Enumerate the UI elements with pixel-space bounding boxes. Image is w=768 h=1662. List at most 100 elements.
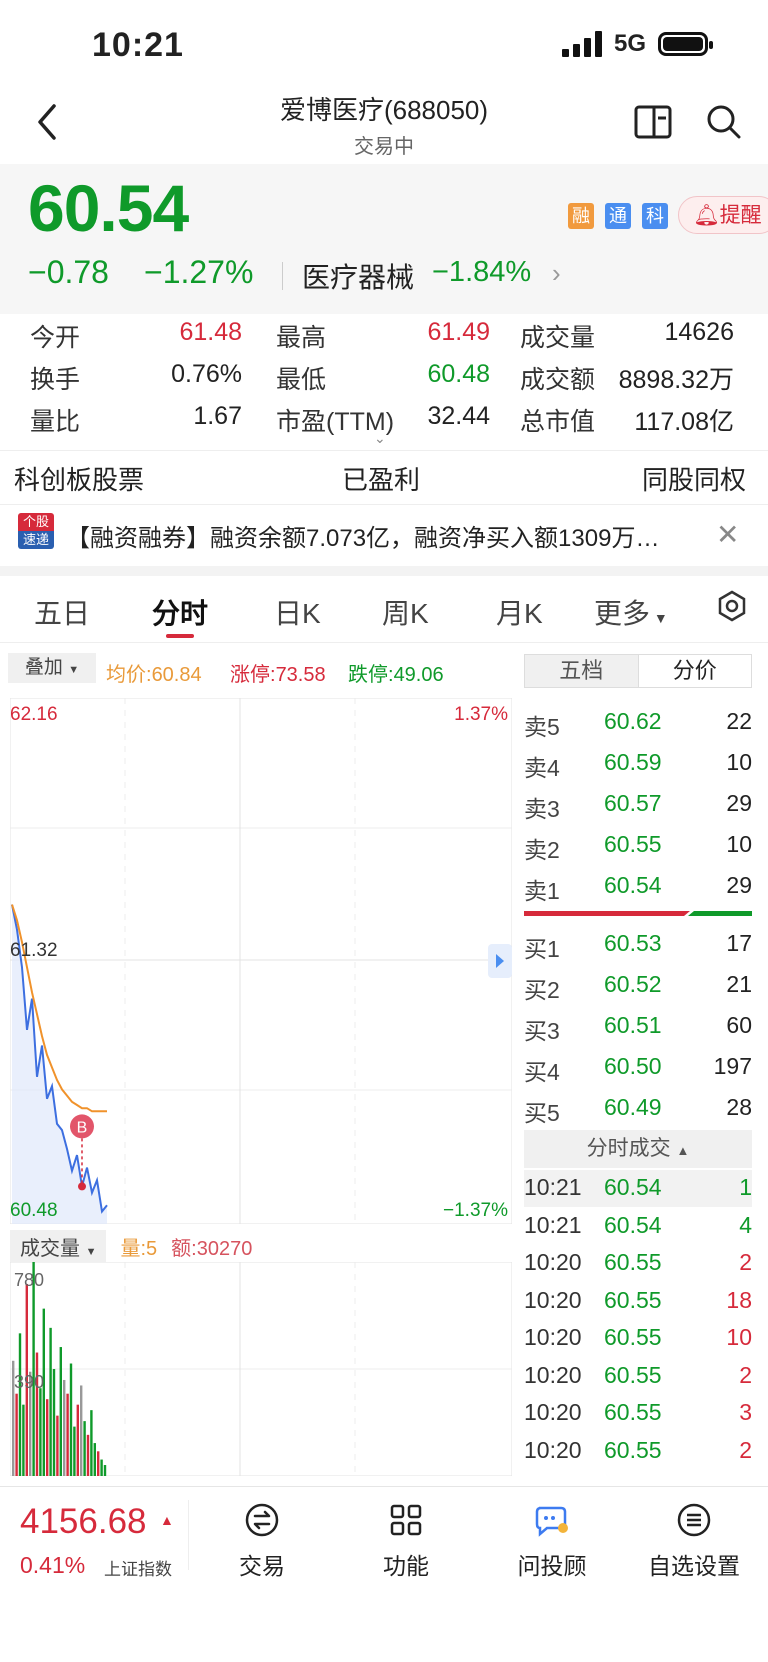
limit-down: 跌停:49.06 [348, 664, 444, 686]
volume-bar [63, 1379, 66, 1476]
caret-up-icon: ▲ [676, 1143, 690, 1158]
sector-change-pct[interactable]: −1.84% [432, 256, 531, 289]
tick-price: 60.55 [604, 1361, 662, 1388]
ask-label: 卖5 [524, 714, 560, 740]
search-button[interactable] [706, 104, 742, 145]
buy-marker-dot [78, 1182, 86, 1191]
tick-price: 60.55 [604, 1249, 662, 1275]
tick-volume: 2 [739, 1361, 752, 1388]
chart-settings-button[interactable] [716, 590, 748, 627]
volume-dropdown[interactable]: 成交量 ▼ [10, 1230, 107, 1263]
ask-row: 卖1 60.54 29 [524, 866, 752, 906]
tick-trades-header[interactable]: 分时成交 ▲ [524, 1130, 752, 1168]
ask-volume: 29 [726, 790, 752, 816]
divider [188, 1500, 189, 1570]
tab-monthly-k[interactable]: 月K [496, 592, 543, 632]
nav-functions[interactable]: 功能 [336, 1502, 476, 1581]
caret-down-icon: ▼ [68, 664, 80, 676]
bid-price: 60.49 [604, 1094, 662, 1120]
tick-row: 10:20 60.55 2 [524, 1358, 752, 1395]
price-change-pct: −1.27% [144, 254, 254, 290]
up-triangle-icon: ▲ [160, 1512, 174, 1528]
tab-more[interactable]: 更多 ▼ [594, 592, 668, 632]
pct-tick-bottom: −1.37% [443, 1200, 508, 1221]
gear-icon [718, 590, 746, 622]
tab-daily-k[interactable]: 日K [274, 592, 321, 632]
volume-bar [15, 1393, 18, 1476]
stat-amount-value: 8898.32万 [618, 366, 734, 394]
tick-time: 10:20 [524, 1249, 582, 1275]
tab-weekly-k[interactable]: 周K [382, 592, 429, 632]
ask-price: 60.59 [604, 749, 662, 775]
tag-star-market[interactable]: 科创板股票 [14, 460, 144, 497]
status-time: 10:21 [92, 26, 184, 64]
section-gap [0, 566, 768, 576]
tick-price: 60.55 [604, 1286, 662, 1313]
battery-icon [658, 32, 713, 56]
y-tick-top: 62.16 [10, 704, 58, 725]
tick-volume: 2 [739, 1249, 752, 1275]
bid-price: 60.52 [604, 971, 662, 997]
sector-name[interactable]: 医疗器械 [302, 256, 414, 296]
bid-label: 买5 [524, 1100, 560, 1126]
tab-order-book[interactable]: 五档 [525, 655, 638, 687]
chat-bubble-icon [535, 1506, 568, 1537]
intraday-price-chart[interactable]: B 62.16 61.32 60.48 1.37% −1.37% [10, 698, 512, 1224]
bid-volume: 17 [726, 930, 752, 956]
volume-bar [100, 1459, 103, 1476]
volume-chart[interactable]: 780 390 [10, 1262, 512, 1476]
nav-trade[interactable]: 交易 [192, 1502, 332, 1581]
tick-volume: 2 [739, 1436, 752, 1463]
volume-bar [56, 1415, 59, 1476]
nav-watchlist-settings[interactable]: 自选设置 [624, 1502, 764, 1581]
caret-down-icon: ▼ [650, 610, 668, 626]
vol-tick-mid: 390 [14, 1372, 44, 1392]
bell-icon: 🔔︎ [693, 204, 720, 227]
index-name: 上证指数 [104, 1560, 172, 1579]
tick-price: 60.54 [604, 1174, 662, 1200]
tick-price: 60.55 [604, 1324, 662, 1350]
volume-bar [93, 1443, 96, 1476]
tick-volume: 10 [726, 1324, 752, 1350]
tab-five-day[interactable]: 五日 [34, 592, 90, 632]
volume-bar [69, 1363, 73, 1476]
bid-row: 买3 60.51 60 [524, 1006, 752, 1046]
volume-bar [39, 1388, 42, 1476]
ask-row: 卖4 60.59 10 [524, 743, 752, 783]
tick-volume: 1 [739, 1174, 752, 1200]
stat-open-value: 61.48 [179, 318, 242, 346]
alert-button[interactable]: 🔔︎提醒 [678, 196, 768, 234]
tab-price-distribution[interactable]: 分价 [637, 655, 751, 687]
tick-time: 10:21 [524, 1174, 582, 1200]
tag-same-rights[interactable]: 同股同权 [642, 460, 746, 497]
news-text[interactable]: 【融资融券】融资余额7.073亿，融资净买入额1309万… [66, 518, 686, 553]
tab-intraday[interactable]: 分时 [152, 592, 208, 632]
close-icon[interactable]: ✕ [716, 518, 739, 551]
index-value[interactable]: 4156.68 [20, 1502, 147, 1542]
split-view-button[interactable] [634, 104, 672, 145]
volume-bar [76, 1404, 79, 1476]
stat-mktcap-value: 117.08亿 [634, 408, 734, 436]
star-market-badge: 科 [642, 203, 668, 229]
search-icon [707, 105, 741, 139]
chevron-right-icon[interactable]: › [552, 258, 561, 289]
y-tick-mid: 61.32 [10, 940, 58, 961]
bid-label: 买2 [524, 977, 560, 1003]
tick-price: 60.55 [604, 1436, 662, 1463]
tick-row: 10:20 60.55 18 [524, 1283, 752, 1320]
tag-profitable[interactable]: 已盈利 [342, 460, 420, 497]
overlay-dropdown[interactable]: 叠加 ▼ [8, 653, 96, 683]
stat-volume-label: 成交量 [520, 324, 596, 352]
active-tab-indicator [166, 634, 194, 638]
bid-volume: 28 [726, 1094, 752, 1120]
volume-bar [42, 1308, 45, 1476]
nav-advisor[interactable]: 问投顾 [482, 1502, 622, 1581]
stat-high-value: 61.49 [427, 318, 490, 346]
expand-chevron-icon[interactable]: ⌄ [374, 430, 386, 447]
volume-bar [86, 1434, 90, 1476]
tick-row: 10:21 60.54 4 [524, 1208, 752, 1245]
tick-row: 10:20 60.55 10 [524, 1320, 752, 1357]
volume-bar [103, 1465, 107, 1476]
volume-bar [80, 1385, 83, 1476]
bid-volume: 197 [713, 1053, 752, 1079]
